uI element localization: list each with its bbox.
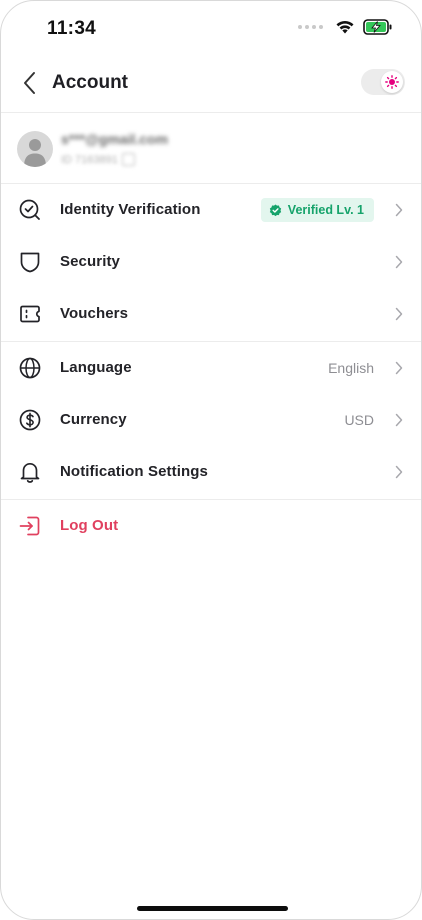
status-icons: [298, 19, 393, 35]
profile-id: ID 7163891: [61, 153, 118, 166]
language-value: English: [328, 360, 374, 376]
identity-check-icon: [19, 199, 40, 220]
currency-value: USD: [344, 412, 374, 428]
chevron-right-icon: [395, 203, 403, 217]
menu-item-security[interactable]: Security: [1, 236, 421, 288]
dollar-icon: [19, 409, 41, 431]
menu-item-label: Vouchers: [60, 305, 129, 322]
menu-item-label: Notification Settings: [60, 463, 208, 480]
avatar: [17, 131, 53, 167]
verified-badge: Verified Lv. 1: [260, 198, 374, 222]
chevron-left-icon: [24, 72, 35, 94]
profile-id-row: ID 7163891: [61, 153, 135, 166]
logout-label: Log Out: [60, 517, 119, 534]
signal-dots-icon: [298, 25, 323, 29]
battery-charging-icon: [363, 19, 392, 35]
chevron-right-icon: [395, 307, 403, 321]
theme-toggle[interactable]: [361, 69, 405, 95]
profile-card[interactable]: s***@gmail.com ID 7163891: [1, 113, 421, 183]
menu-item-language[interactable]: Language English: [1, 342, 421, 394]
logout-button[interactable]: Log Out: [1, 500, 421, 552]
user-avatar-icon: [24, 139, 46, 167]
status-time: 11:34: [47, 18, 97, 39]
copy-icon[interactable]: [121, 153, 135, 166]
globe-icon: [19, 357, 41, 379]
menu-item-identity-verification[interactable]: Identity Verification Verified Lv. 1: [1, 184, 421, 236]
verified-badge-label: Verified Lv. 1: [287, 203, 364, 217]
shield-icon: [20, 252, 40, 273]
theme-toggle-knob: [381, 71, 403, 93]
bell-icon: [20, 462, 40, 483]
menu-item-vouchers[interactable]: Vouchers: [1, 288, 421, 340]
menu-item-label: Currency: [60, 411, 127, 428]
menu-item-label: Security: [60, 253, 120, 270]
back-button[interactable]: [19, 69, 43, 97]
chevron-right-icon: [395, 465, 403, 479]
menu-item-currency[interactable]: Currency USD: [1, 394, 421, 446]
sun-icon: [385, 75, 399, 89]
status-bar: 11:34: [1, 1, 421, 53]
chevron-right-icon: [395, 361, 403, 375]
header: Account: [1, 57, 421, 111]
chevron-right-icon: [395, 413, 403, 427]
chevron-right-icon: [395, 255, 403, 269]
profile-email: s***@gmail.com: [61, 131, 169, 147]
phone-frame: 11:34 Account s***@gmail.com ID 7163891 …: [0, 0, 422, 920]
verified-check-icon: [269, 203, 281, 216]
wifi-icon: [336, 20, 354, 34]
home-indicator: [137, 906, 288, 911]
logout-icon: [19, 516, 40, 536]
menu-item-notification-settings[interactable]: Notification Settings: [1, 446, 421, 498]
menu-item-label: Language: [60, 359, 132, 376]
menu-item-label: Identity Verification: [60, 201, 201, 218]
ticket-icon: [20, 305, 40, 323]
page-title: Account: [52, 72, 128, 93]
